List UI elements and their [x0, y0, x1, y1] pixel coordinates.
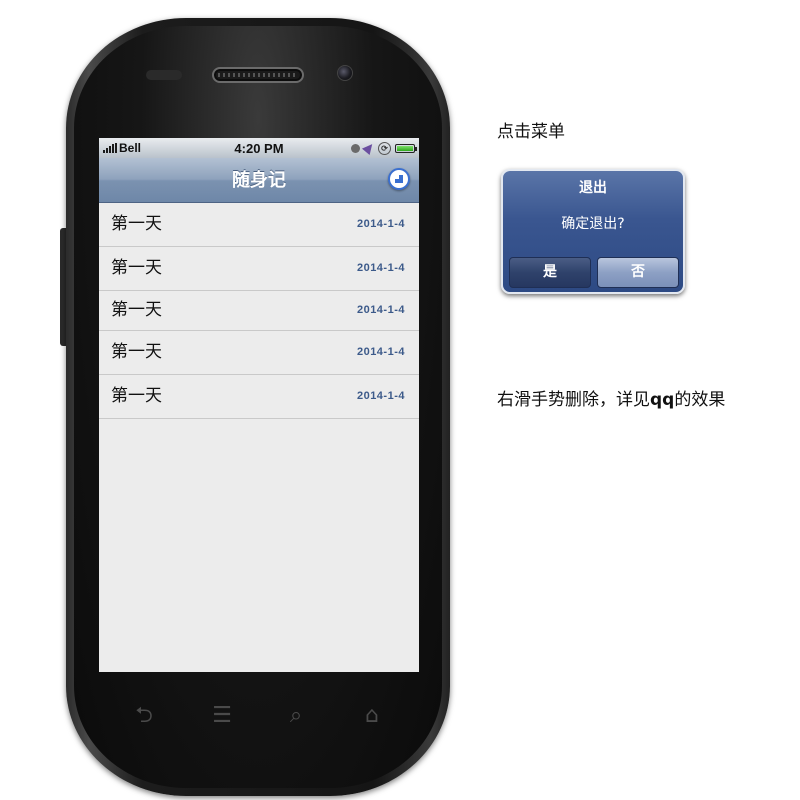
navigation-bar: 随身记: [99, 158, 419, 203]
note-title: 第一天: [111, 258, 162, 278]
list-item[interactable]: 第一天 2014-1-4: [99, 375, 419, 419]
swipe-annotation-app: qq: [650, 390, 675, 410]
note-date: 2014-1-4: [356, 346, 405, 358]
battery-icon: [395, 143, 417, 153]
dialog-message: 确定退出?: [561, 216, 625, 232]
swipe-annotation-suffix: 的效果: [674, 390, 726, 410]
plus-circle-icon[interactable]: [388, 168, 410, 190]
status-bar: Bell 4:20 PM ⟳: [99, 138, 419, 158]
dialog-title: 退出: [579, 180, 607, 196]
back-icon[interactable]: ⮌: [124, 704, 164, 728]
swipe-annotation: 右滑手势删除，详见qq的效果: [497, 385, 725, 410]
menu-icon[interactable]: ☰: [202, 704, 242, 728]
note-title: 第一天: [111, 214, 162, 234]
page-title: 随身记: [232, 170, 286, 191]
app-screen: Bell 4:20 PM ⟳ 随身记 第一天 2014-1-4 第一天 2014…: [99, 138, 419, 672]
note-title: 第一天: [111, 342, 162, 362]
note-title: 第一天: [111, 386, 162, 406]
home-icon[interactable]: ⌂: [352, 704, 392, 728]
exit-dialog: 退出 确定退出? 是 否: [501, 169, 685, 294]
search-icon[interactable]: ⌕: [276, 704, 316, 728]
confirm-button[interactable]: 是: [509, 257, 591, 288]
note-date: 2014-1-4: [356, 262, 405, 274]
earpiece-speaker: [212, 67, 304, 83]
list-item[interactable]: 第一天 2014-1-4: [99, 331, 419, 375]
list-item[interactable]: 第一天 2014-1-4: [99, 247, 419, 291]
cancel-button[interactable]: 否: [597, 257, 679, 288]
list-item[interactable]: 第一天 2014-1-4: [99, 291, 419, 331]
note-date: 2014-1-4: [356, 390, 405, 402]
note-date: 2014-1-4: [356, 218, 405, 230]
front-camera: [337, 65, 353, 81]
notes-list: 第一天 2014-1-4 第一天 2014-1-4 第一天 2014-1-4 第…: [99, 203, 419, 419]
note-date: 2014-1-4: [356, 304, 405, 316]
list-item[interactable]: 第一天 2014-1-4: [99, 203, 419, 247]
swipe-annotation-prefix: 右滑手势删除，详见: [497, 390, 650, 410]
menu-annotation: 点击菜单: [497, 122, 565, 142]
note-title: 第一天: [111, 300, 162, 320]
proximity-sensor: [146, 70, 182, 80]
